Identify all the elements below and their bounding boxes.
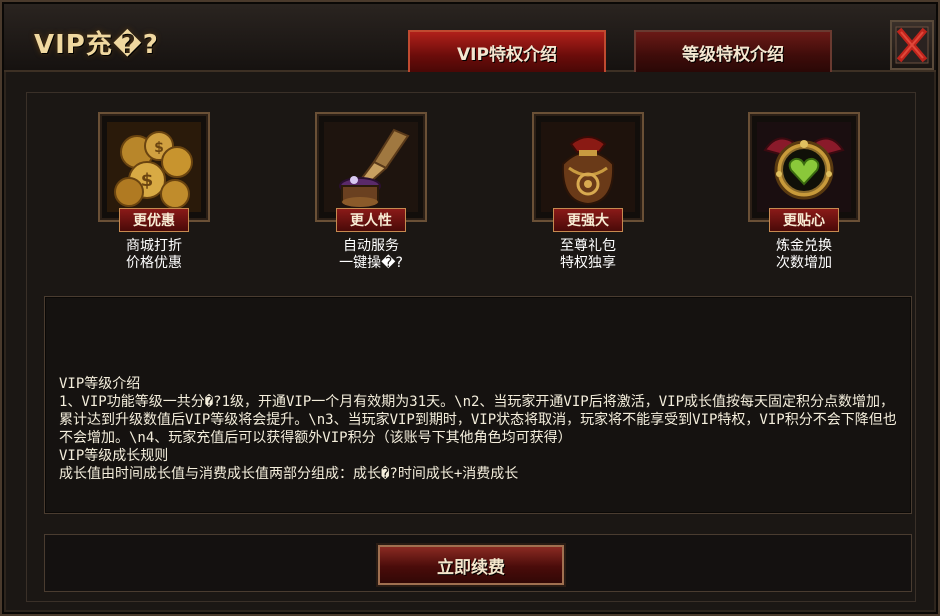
- feature-convenience: 更人性 自动服务 一键操�?: [315, 112, 427, 272]
- close-x-icon: [895, 26, 929, 64]
- heart-amulet-icon: [757, 122, 851, 212]
- feature-icon-frame: 更强大: [532, 112, 644, 232]
- feature-desc-line: 特权独享: [560, 255, 616, 271]
- window-title: VIP充�?: [34, 30, 159, 60]
- tab-level-privileges[interactable]: 等级特权介绍: [634, 30, 832, 72]
- feature-tag: 更强大: [553, 208, 623, 232]
- feature-icon-frame: 更人性: [315, 112, 427, 232]
- vip-info-text: VIP等级介绍 1、VIP功能等级一共分�?1级，开通VIP一个月有效期为31天…: [59, 376, 897, 482]
- feature-desc-line: 至尊礼包: [560, 238, 616, 254]
- tab-vip-privileges[interactable]: VIP特权介绍: [408, 30, 606, 72]
- feature-desc-line: 自动服务: [343, 238, 399, 254]
- feature-desc-line: 商城打折: [126, 238, 182, 254]
- feature-power: 更强大 至尊礼包 特权独享: [532, 112, 644, 272]
- feature-tag: 更人性: [336, 208, 406, 232]
- feature-icon-frame: $ $ 更优惠: [98, 112, 210, 232]
- feature-desc: 自动服务 一键操�?: [315, 238, 427, 272]
- feature-desc-line: 价格优惠: [126, 255, 182, 271]
- feature-discount: $ $ 更优惠 商城打折 价格优惠: [98, 112, 210, 272]
- feature-desc-line: 炼金兑换: [776, 238, 832, 254]
- renew-button[interactable]: 立即续费: [378, 545, 564, 585]
- feature-desc: 至尊礼包 特权独享: [532, 238, 644, 272]
- gold-coins-icon: $ $: [107, 122, 201, 212]
- vip-info-panel: VIP等级介绍 1、VIP功能等级一共分�?1级，开通VIP一个月有效期为31天…: [44, 296, 912, 514]
- feature-desc: 炼金兑换 次数增加: [748, 238, 860, 272]
- feature-care: 更贴心 炼金兑换 次数增加: [748, 112, 860, 272]
- feature-desc-line: 一键操�?: [339, 255, 403, 271]
- gift-bag-icon: [541, 122, 635, 212]
- svg-text:$: $: [154, 140, 164, 156]
- feature-desc-line: 次数增加: [776, 255, 832, 271]
- feature-tag: 更优惠: [119, 208, 189, 232]
- svg-text:$: $: [141, 170, 154, 191]
- feature-tag: 更贴心: [769, 208, 839, 232]
- feature-desc: 商城打折 价格优惠: [98, 238, 210, 272]
- close-button[interactable]: [890, 20, 934, 70]
- feature-icon-frame: 更贴心: [748, 112, 860, 232]
- auto-lamp-icon: [324, 122, 418, 212]
